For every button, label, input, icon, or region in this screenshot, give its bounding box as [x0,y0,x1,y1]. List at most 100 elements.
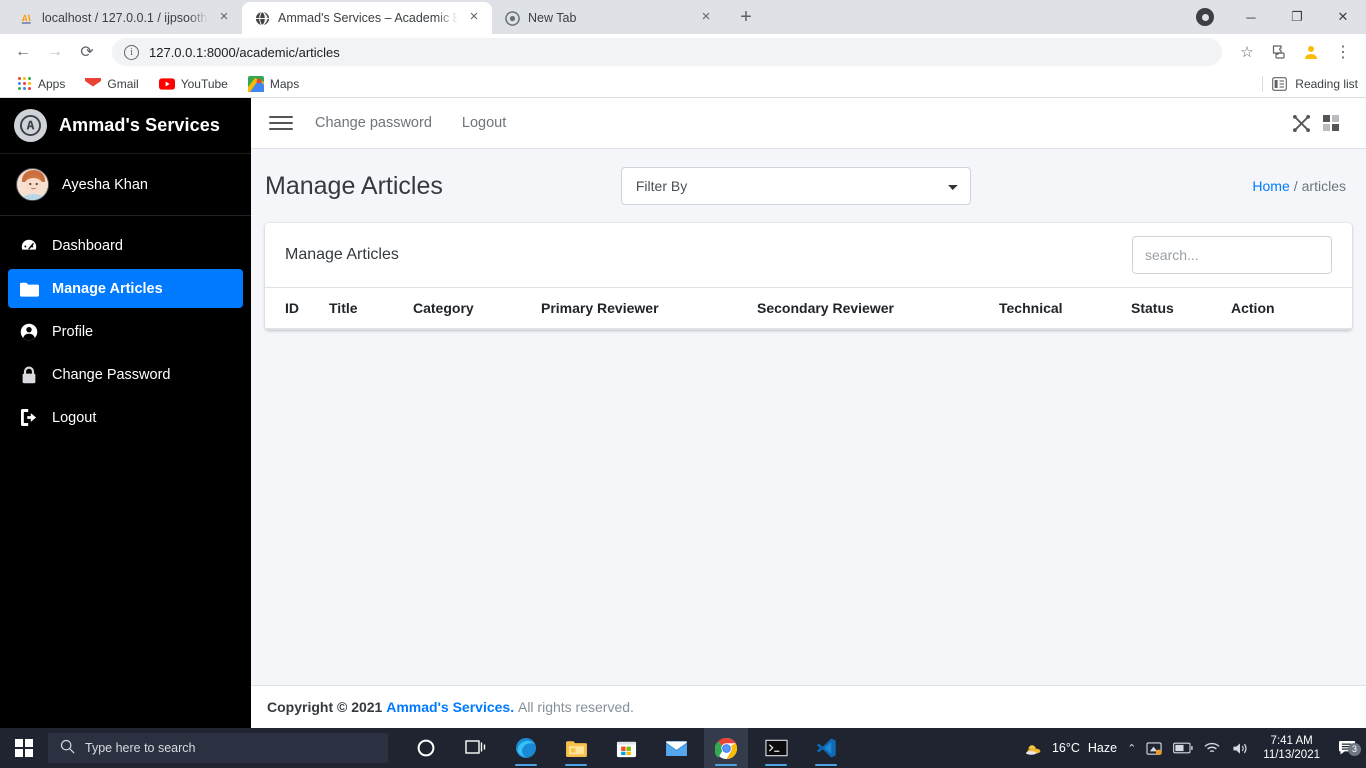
vscode-icon[interactable] [804,728,848,768]
bookmark-apps[interactable]: Apps [8,73,73,95]
microsoft-store-icon[interactable] [604,728,648,768]
browser-menu-button[interactable]: ⋮ [1328,37,1358,67]
navbar-link-logout[interactable]: Logout [462,115,506,131]
sidebar: Ammad's Services Ayesha Khan Dashboard M… [0,98,251,728]
file-explorer-icon[interactable] [554,728,598,768]
sidebar-brand-label: Ammad's Services [59,115,220,135]
sidebar-item-manage-articles[interactable]: Manage Articles [8,269,243,308]
wifi-icon[interactable] [1203,741,1221,755]
youtube-icon [158,76,175,92]
articles-card: Manage Articles ID Title Category Primar… [265,223,1352,330]
hamburger-icon[interactable] [269,116,293,130]
sidebar-item-dashboard-label: Dashboard [52,237,123,254]
maximize-button[interactable]: ❐ [1274,0,1320,34]
column-header-primary-reviewer[interactable]: Primary Reviewer [533,287,749,330]
puzzle-icon[interactable] [1264,37,1294,67]
browser-tab-3-title: New Tab [528,11,577,25]
column-header-status[interactable]: Status [1123,287,1223,330]
bookmarks-divider [1262,75,1264,92]
reload-button[interactable]: ⟳ [72,37,102,67]
cortana-icon[interactable] [404,728,448,768]
taskbar-apps [404,728,848,768]
edge-icon[interactable] [504,728,548,768]
onedrive-icon[interactable] [1146,741,1163,756]
column-header-category[interactable]: Category [405,287,533,330]
sidebar-item-logout-label: Logout [52,409,97,426]
main-area: Change password Logout Manage Articles F… [251,98,1366,728]
gmail-icon [85,76,102,92]
browser-tab-3[interactable]: New Tab × [492,2,724,34]
reading-list-label[interactable]: Reading list [1295,77,1358,91]
back-button[interactable]: ← [8,37,38,67]
weather-widget[interactable]: 16°C Haze [1022,739,1117,757]
minimize-button[interactable]: ─ [1228,0,1274,34]
windows-start-icon[interactable] [0,728,48,768]
column-header-secondary-reviewer[interactable]: Secondary Reviewer [749,287,991,330]
tray-chevron-up-icon[interactable]: ⌃ [1127,742,1136,755]
task-view-icon[interactable] [454,728,498,768]
footer-brand-link[interactable]: Ammad's Services. [386,699,514,715]
reading-list-icon[interactable] [1271,76,1287,92]
address-bar-url: 127.0.0.1:8000/academic/articles [149,44,340,60]
forward-button[interactable]: → [40,37,70,67]
mail-icon[interactable] [654,728,698,768]
new-tab-button[interactable]: + [732,3,760,31]
breadcrumb-home-link[interactable]: Home [1252,178,1289,194]
bookmark-youtube[interactable]: YouTube [151,73,236,95]
grid-apps-icon[interactable] [1316,115,1346,131]
taskbar-clock[interactable]: 7:41 AM 11/13/2021 [1259,734,1324,762]
sidebar-item-logout[interactable]: Logout [8,398,243,437]
chrome-icon[interactable] [704,728,748,768]
battery-icon[interactable] [1173,742,1193,754]
content-header: Manage Articles Filter By Home / articles [251,149,1366,215]
browser-tab-1-close-icon[interactable]: × [216,9,232,26]
column-header-action[interactable]: Action [1223,287,1352,330]
sidebar-nav: Dashboard Manage Articles Profile Change… [0,216,251,441]
profile-icon[interactable] [1296,37,1326,67]
content-area: Manage Articles Filter By Home / articles … [251,149,1366,685]
fullscreen-icon[interactable] [1286,114,1316,132]
phpmyadmin-icon [18,10,34,26]
sidebar-item-change-password[interactable]: Change Password [8,355,243,394]
volume-icon[interactable] [1231,741,1249,756]
sidebar-item-dashboard[interactable]: Dashboard [8,226,243,265]
user-circle-icon [18,323,40,341]
bookmark-maps[interactable]: Maps [240,73,307,95]
maps-icon [247,75,264,92]
tab-strip: localhost / 127.0.0.1 / ijpsooth_j × Amm… [0,0,1366,34]
close-window-button[interactable]: ✕ [1320,0,1366,34]
browser-tab-1[interactable]: localhost / 127.0.0.1 / ijpsooth_j × [6,2,242,34]
sidebar-username: Ayesha Khan [62,176,148,193]
bookmark-star-icon[interactable]: ☆ [1232,37,1262,67]
page-footer: Copyright © 2021 Ammad's Services. All r… [251,685,1366,728]
breadcrumb-current: articles [1301,178,1346,194]
bookmarks-bar-right: Reading list [1262,75,1358,92]
browser-tab-2[interactable]: Ammad's Services – Academic Ed × [242,2,492,34]
site-info-icon[interactable]: i [124,44,139,60]
terminal-icon[interactable] [754,728,798,768]
notifications-icon[interactable]: 3 [1334,740,1361,757]
navbar-link-change-password[interactable]: Change password [315,115,432,131]
browser-tab-2-close-icon[interactable]: × [466,9,482,26]
sidebar-item-manage-articles-label: Manage Articles [52,280,163,297]
column-header-title[interactable]: Title [321,287,405,330]
bookmark-maps-label: Maps [269,76,300,91]
sidebar-brand[interactable]: Ammad's Services [0,98,251,154]
haze-weather-icon [1022,739,1044,757]
address-bar[interactable]: i 127.0.0.1:8000/academic/articles [112,38,1222,66]
browser-tab-3-close-icon[interactable]: × [698,9,714,26]
sidebar-item-profile[interactable]: Profile [8,312,243,351]
column-header-id[interactable]: ID [265,287,321,330]
sidebar-user-panel[interactable]: Ayesha Khan [0,154,251,216]
clock-time: 7:41 AM [1270,735,1313,747]
taskbar-search-box[interactable]: Type here to search [48,733,388,763]
lock-icon [18,366,40,384]
bookmark-gmail[interactable]: Gmail [77,73,146,95]
folder-icon [18,281,40,297]
filter-by-select[interactable]: Filter By [620,167,971,205]
column-header-technical[interactable]: Technical [991,287,1123,330]
bookmark-youtube-label: YouTube [180,76,228,91]
top-navbar: Change password Logout [251,98,1366,149]
search-input[interactable] [1132,236,1332,274]
record-indicator-icon[interactable] [1182,0,1228,34]
